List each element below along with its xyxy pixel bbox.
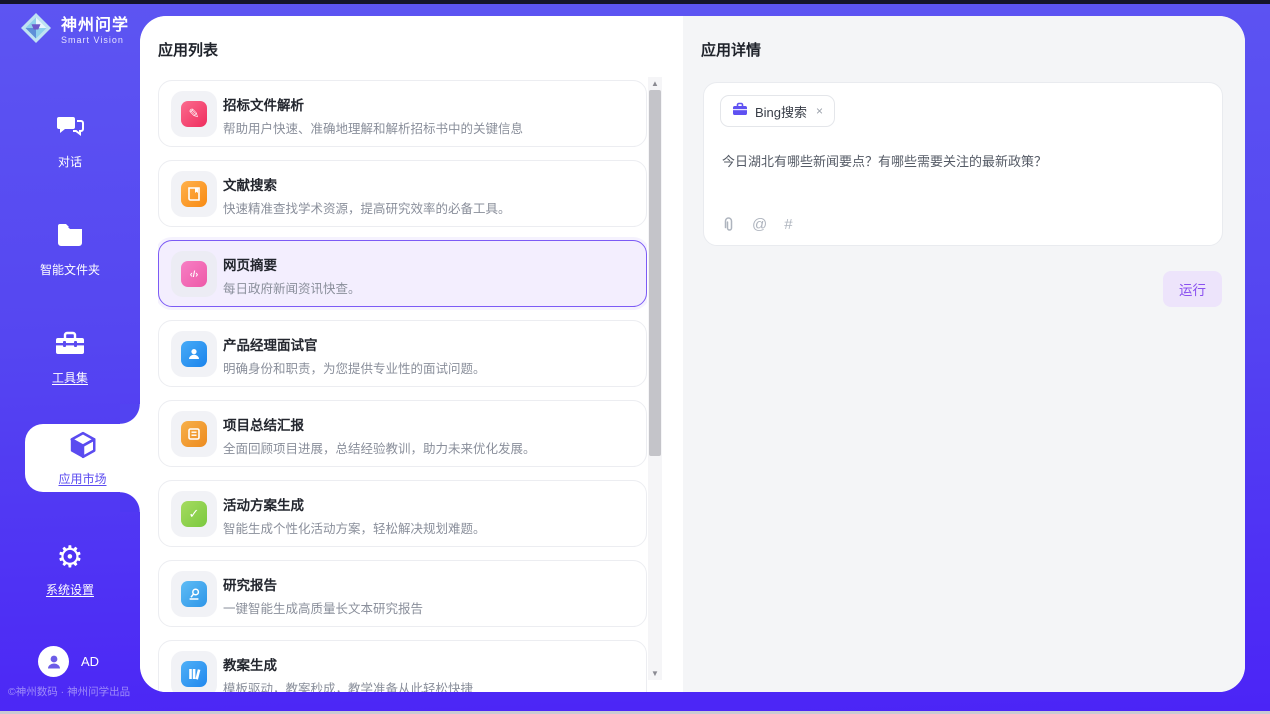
close-icon[interactable]: × (816, 104, 823, 118)
sidebar-item-app-market[interactable]: 应用市场 (25, 424, 140, 492)
app-card-lesson-plan[interactable]: 教案生成 模板驱动，教案秒成，教学准备从此轻松快捷 (158, 640, 647, 692)
active-tab-curve-top (120, 404, 140, 424)
composer-toolbar: @ # (722, 216, 793, 233)
sidebar-item-chat[interactable]: 对话 (0, 112, 140, 170)
tender-doc-pen-icon: ✎ (181, 101, 207, 127)
app-card-event-plan[interactable]: ✓ 活动方案生成 智能生成个性化活动方案，轻松解决规划难题。 (158, 480, 647, 547)
app-name: 项目总结汇报 (223, 414, 304, 434)
summary-notepad-icon (181, 421, 207, 447)
app-desc: 全面回顾项目进展，总结经验教训，助力未来优化发展。 (223, 438, 633, 457)
sidebar-item-label: 智能文件夹 (40, 261, 100, 278)
app-list-title: 应用列表 (158, 39, 218, 60)
sidebar-item-smart-folder[interactable]: 智能文件夹 (0, 222, 140, 278)
gear-icon: ⚙ (57, 543, 84, 573)
app-name: 研究报告 (223, 574, 277, 594)
sidebar-item-settings[interactable]: ⚙ 系统设置 (0, 543, 140, 598)
app-card-research-report[interactable]: 研究报告 一键智能生成高质量长文本研究报告 (158, 560, 647, 627)
hash-icon[interactable]: # (784, 216, 792, 233)
app-name: 产品经理面试官 (223, 334, 318, 354)
app-list: ✎ 招标文件解析 帮助用户快速、准确地理解和解析招标书中的关键信息 (158, 80, 647, 692)
app-desc: 帮助用户快速、准确地理解和解析招标书中的关键信息 (223, 118, 633, 137)
content-area: 应用列表 ✎ 招标文件解析 帮助用户快速、准确地理解和解析招标书中的关键信息 (140, 16, 1245, 692)
list-scrollbar[interactable]: ▲ ▼ (648, 77, 662, 680)
app-name: 活动方案生成 (223, 494, 304, 514)
app-desc: 智能生成个性化活动方案，轻松解决规划难题。 (223, 518, 633, 537)
app-icon-box: ✓ (171, 491, 217, 537)
interviewer-person-icon (181, 341, 207, 367)
avatar (38, 646, 69, 677)
app-card-webpage-summary[interactable]: ‹/› 网页摘要 每日政府新闻资讯快查。 (158, 240, 647, 307)
copyright-footer: ©神州数码 · 神州问学出品 (8, 684, 130, 699)
folder-icon (55, 222, 85, 253)
sidebar-item-label: 应用市场 (58, 470, 106, 487)
app-desc: 每日政府新闻资讯快查。 (223, 278, 633, 297)
app-name: 招标文件解析 (223, 94, 304, 114)
app-name: 文献搜索 (223, 174, 277, 194)
app-list-panel: 应用列表 ✎ 招标文件解析 帮助用户快速、准确地理解和解析招标书中的关键信息 (140, 16, 683, 692)
app-icon-box (171, 171, 217, 217)
app-card-pm-interviewer[interactable]: 产品经理面试官 明确身份和职责，为您提供专业性的面试问题。 (158, 320, 647, 387)
app-card-tender-doc[interactable]: ✎ 招标文件解析 帮助用户快速、准确地理解和解析招标书中的关键信息 (158, 80, 647, 147)
sidebar-item-label: 工具集 (52, 369, 88, 386)
user-initials: AD (81, 654, 99, 669)
app-name: 网页摘要 (223, 254, 277, 274)
sidebar-item-label: 对话 (58, 153, 82, 170)
app-window: 神州问学 Smart Vision 对话 智能文件夹 (0, 0, 1270, 714)
active-tab-curve-bottom (120, 492, 140, 512)
avatar-person-icon (45, 653, 63, 671)
app-icon-box (171, 651, 217, 692)
briefcase-icon (732, 102, 748, 121)
cube-icon (68, 430, 98, 465)
app-detail-title: 应用详情 (701, 39, 761, 60)
app-icon-box (171, 411, 217, 457)
user-account[interactable]: AD (38, 646, 99, 677)
app-desc: 快速精准查找学术资源，提高研究效率的必备工具。 (223, 198, 633, 217)
sidebar-item-toolset[interactable]: 工具集 (0, 330, 140, 386)
lesson-books-icon (181, 661, 207, 687)
brand-logo: 神州问学 Smart Vision (18, 10, 129, 51)
brand-name: 神州问学 (61, 17, 129, 35)
app-detail-panel: 应用详情 Bing搜索 × 今日湖北有哪些新闻要点？有哪些需要关注的最新政策？ (683, 16, 1245, 692)
app-name: 教案生成 (223, 654, 277, 674)
app-card-literature-search[interactable]: 文献搜索 快速精准查找学术资源，提高研究效率的必备工具。 (158, 160, 647, 227)
brand-subtitle: Smart Vision (61, 35, 129, 45)
tool-tag-bing-search[interactable]: Bing搜索 × (720, 95, 835, 127)
app-desc: 一键智能生成高质量长文本研究报告 (223, 598, 633, 617)
at-icon[interactable]: @ (752, 216, 767, 233)
app-icon-box: ‹/› (171, 251, 217, 297)
tool-tag-label: Bing搜索 (755, 102, 807, 121)
chat-icon (55, 112, 85, 145)
app-icon-box (171, 331, 217, 377)
toolbox-icon (55, 330, 85, 361)
paperclip-icon[interactable] (722, 217, 735, 233)
diamond-logo-icon (18, 10, 54, 51)
app-desc: 模板驱动，教案秒成，教学准备从此轻松快捷 (223, 678, 633, 692)
research-microscope-icon (181, 581, 207, 607)
sidebar: 神州问学 Smart Vision 对话 智能文件夹 (0, 0, 140, 707)
query-input[interactable]: 今日湖北有哪些新闻要点？有哪些需要关注的最新政策？ (722, 151, 1202, 170)
webpage-code-icon: ‹/› (181, 261, 207, 287)
app-icon-box (171, 571, 217, 617)
query-composer[interactable]: Bing搜索 × 今日湖北有哪些新闻要点？有哪些需要关注的最新政策？ @ # (703, 82, 1223, 246)
app-card-project-summary[interactable]: 项目总结汇报 全面回顾项目进展，总结经验教训，助力未来优化发展。 (158, 400, 647, 467)
app-icon-box: ✎ (171, 91, 217, 137)
app-desc: 明确身份和职责，为您提供专业性的面试问题。 (223, 358, 633, 377)
scrollbar-thumb[interactable] (649, 90, 661, 456)
scroll-up-icon[interactable]: ▲ (648, 77, 662, 90)
sidebar-item-label: 系统设置 (46, 581, 94, 598)
run-button[interactable]: 运行 (1163, 271, 1222, 307)
plan-clipboard-check-icon: ✓ (181, 501, 207, 527)
literature-book-icon (181, 181, 207, 207)
scroll-down-icon[interactable]: ▼ (648, 667, 662, 680)
